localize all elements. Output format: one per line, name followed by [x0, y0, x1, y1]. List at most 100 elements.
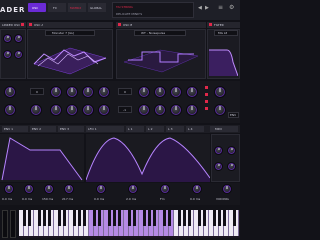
voicing-knob-1[interactable] — [214, 146, 223, 155]
filter-type-select[interactable]: MG L6 — [214, 30, 238, 36]
filter-env-button[interactable]: ENV — [228, 112, 239, 118]
black-key[interactable] — [187, 210, 191, 226]
black-key[interactable] — [202, 210, 206, 226]
black-key[interactable] — [82, 210, 86, 226]
black-key[interactable] — [97, 210, 101, 226]
mod-wheel[interactable] — [10, 210, 16, 238]
mod-tab-env3[interactable]: ENV 3 — [58, 126, 84, 132]
black-key[interactable] — [112, 210, 116, 226]
filter-cutoff-knob[interactable] — [214, 86, 226, 98]
osc-b-knob-4[interactable] — [186, 86, 198, 98]
black-key[interactable] — [182, 210, 186, 226]
env-decay-knob[interactable] — [44, 184, 54, 194]
black-key[interactable] — [197, 210, 201, 226]
lfo-display[interactable] — [86, 134, 210, 182]
black-key[interactable] — [217, 210, 221, 226]
next-preset-icon[interactable]: ▶ — [205, 5, 211, 11]
osc-b-wavetable-select[interactable]: WT - Noisepulse — [134, 30, 186, 36]
env-sustain-knob[interactable] — [64, 184, 74, 194]
env-hold-knob[interactable] — [24, 184, 34, 194]
osc-a-knob-3[interactable] — [50, 86, 62, 98]
filter-res-knob[interactable] — [214, 104, 226, 116]
black-key[interactable] — [37, 210, 41, 226]
black-key[interactable] — [212, 210, 216, 226]
mod-tab-l1[interactable]: L 1 — [126, 126, 144, 132]
mod-tab-env2[interactable]: ENV 2 — [30, 126, 56, 132]
black-key[interactable] — [27, 210, 31, 226]
lfo-knob-4[interactable] — [192, 184, 202, 194]
black-key[interactable] — [162, 210, 166, 226]
black-key[interactable] — [42, 210, 46, 226]
black-key[interactable] — [167, 210, 171, 226]
mod-tab-lfo1[interactable]: LFO 1 — [86, 126, 124, 132]
filter-route-b[interactable] — [205, 93, 208, 96]
voicing-knob-5[interactable] — [222, 184, 232, 194]
osc-a-knob-2[interactable] — [4, 104, 16, 116]
black-key[interactable] — [77, 210, 81, 226]
lfo-knob-3[interactable] — [160, 184, 170, 194]
black-key[interactable] — [132, 210, 136, 226]
left-knob-3[interactable] — [3, 50, 12, 59]
black-key[interactable] — [72, 210, 76, 226]
osc-b-power-icon[interactable] — [118, 23, 121, 26]
black-key[interactable] — [152, 210, 156, 226]
black-key[interactable] — [107, 210, 111, 226]
osc-a-knob-11[interactable] — [98, 104, 110, 116]
black-key[interactable] — [47, 210, 51, 226]
osc-b-knob-8[interactable] — [186, 104, 198, 116]
tab-osc[interactable]: OSC — [28, 3, 46, 12]
osc-a-knob-6[interactable] — [98, 86, 110, 98]
lfo-knob-2[interactable] — [128, 184, 138, 194]
filter-power-icon[interactable] — [209, 23, 212, 26]
piano-keyboard[interactable] — [19, 210, 240, 238]
filter-route-a[interactable] — [205, 86, 208, 89]
osc-a-octave-field[interactable]: 0 — [30, 88, 44, 95]
osc-b-semi-field[interactable]: -1 — [118, 106, 132, 113]
osc-b-wavetable-display[interactable] — [120, 38, 202, 76]
osc-a-knob-9[interactable] — [66, 104, 78, 116]
osc-a-knob-8[interactable] — [50, 104, 62, 116]
menu-icon[interactable]: ≡ — [218, 4, 226, 12]
left-knob-1[interactable] — [3, 34, 12, 43]
voicing-knob-2[interactable] — [227, 146, 236, 155]
osc-b-octave-field[interactable]: 0 — [118, 88, 132, 95]
osc-b-knob-6[interactable] — [154, 104, 166, 116]
left-knob-4[interactable] — [14, 50, 23, 59]
black-key[interactable] — [92, 210, 96, 226]
filter-route-n[interactable] — [205, 100, 208, 103]
left-knob-2[interactable] — [14, 34, 23, 43]
osc-a-wavetable-display[interactable] — [30, 38, 110, 76]
filter-response-display[interactable] — [209, 40, 238, 76]
voicing-knob-3[interactable] — [214, 162, 223, 171]
preset-display[interactable]: TAI STRING DELICATE MIND'S — [112, 2, 194, 18]
mod-tab-midi[interactable]: MIDI — [210, 126, 238, 132]
black-key[interactable] — [57, 210, 61, 226]
osc-b-knob-5[interactable] — [138, 104, 150, 116]
black-key[interactable] — [142, 210, 146, 226]
osc-a-knob-4[interactable] — [66, 86, 78, 98]
settings-icon[interactable]: ⚙ — [229, 4, 237, 12]
osc-a-knob-5[interactable] — [82, 86, 94, 98]
osc-b-knob-2[interactable] — [154, 86, 166, 98]
env-attack-knob[interactable] — [4, 184, 14, 194]
black-key[interactable] — [222, 210, 226, 226]
lfo-knob-1[interactable] — [96, 184, 106, 194]
voicing-knob-4[interactable] — [227, 162, 236, 171]
black-key[interactable] — [147, 210, 151, 226]
black-key[interactable] — [177, 210, 181, 226]
tab-matrix[interactable]: MATRIX — [68, 3, 86, 12]
filter-route-s[interactable] — [205, 107, 208, 110]
osc-a-knob-7[interactable] — [30, 104, 42, 116]
black-key[interactable] — [22, 210, 26, 226]
tab-global[interactable]: GLOBAL — [88, 3, 106, 12]
osc-b-knob-7[interactable] — [170, 104, 182, 116]
black-key[interactable] — [127, 210, 131, 226]
osc-a-knob-10[interactable] — [82, 104, 94, 116]
osc-b-knob-3[interactable] — [170, 86, 182, 98]
mod-tab-l2[interactable]: L 2 — [146, 126, 164, 132]
pitch-wheel[interactable] — [2, 210, 8, 238]
black-key[interactable] — [117, 210, 121, 226]
osc-a-wavetable-select[interactable]: Monster 7 [GL] — [45, 30, 95, 36]
osc-a-knob-1[interactable] — [4, 86, 16, 98]
osc-b-knob-1[interactable] — [138, 86, 150, 98]
